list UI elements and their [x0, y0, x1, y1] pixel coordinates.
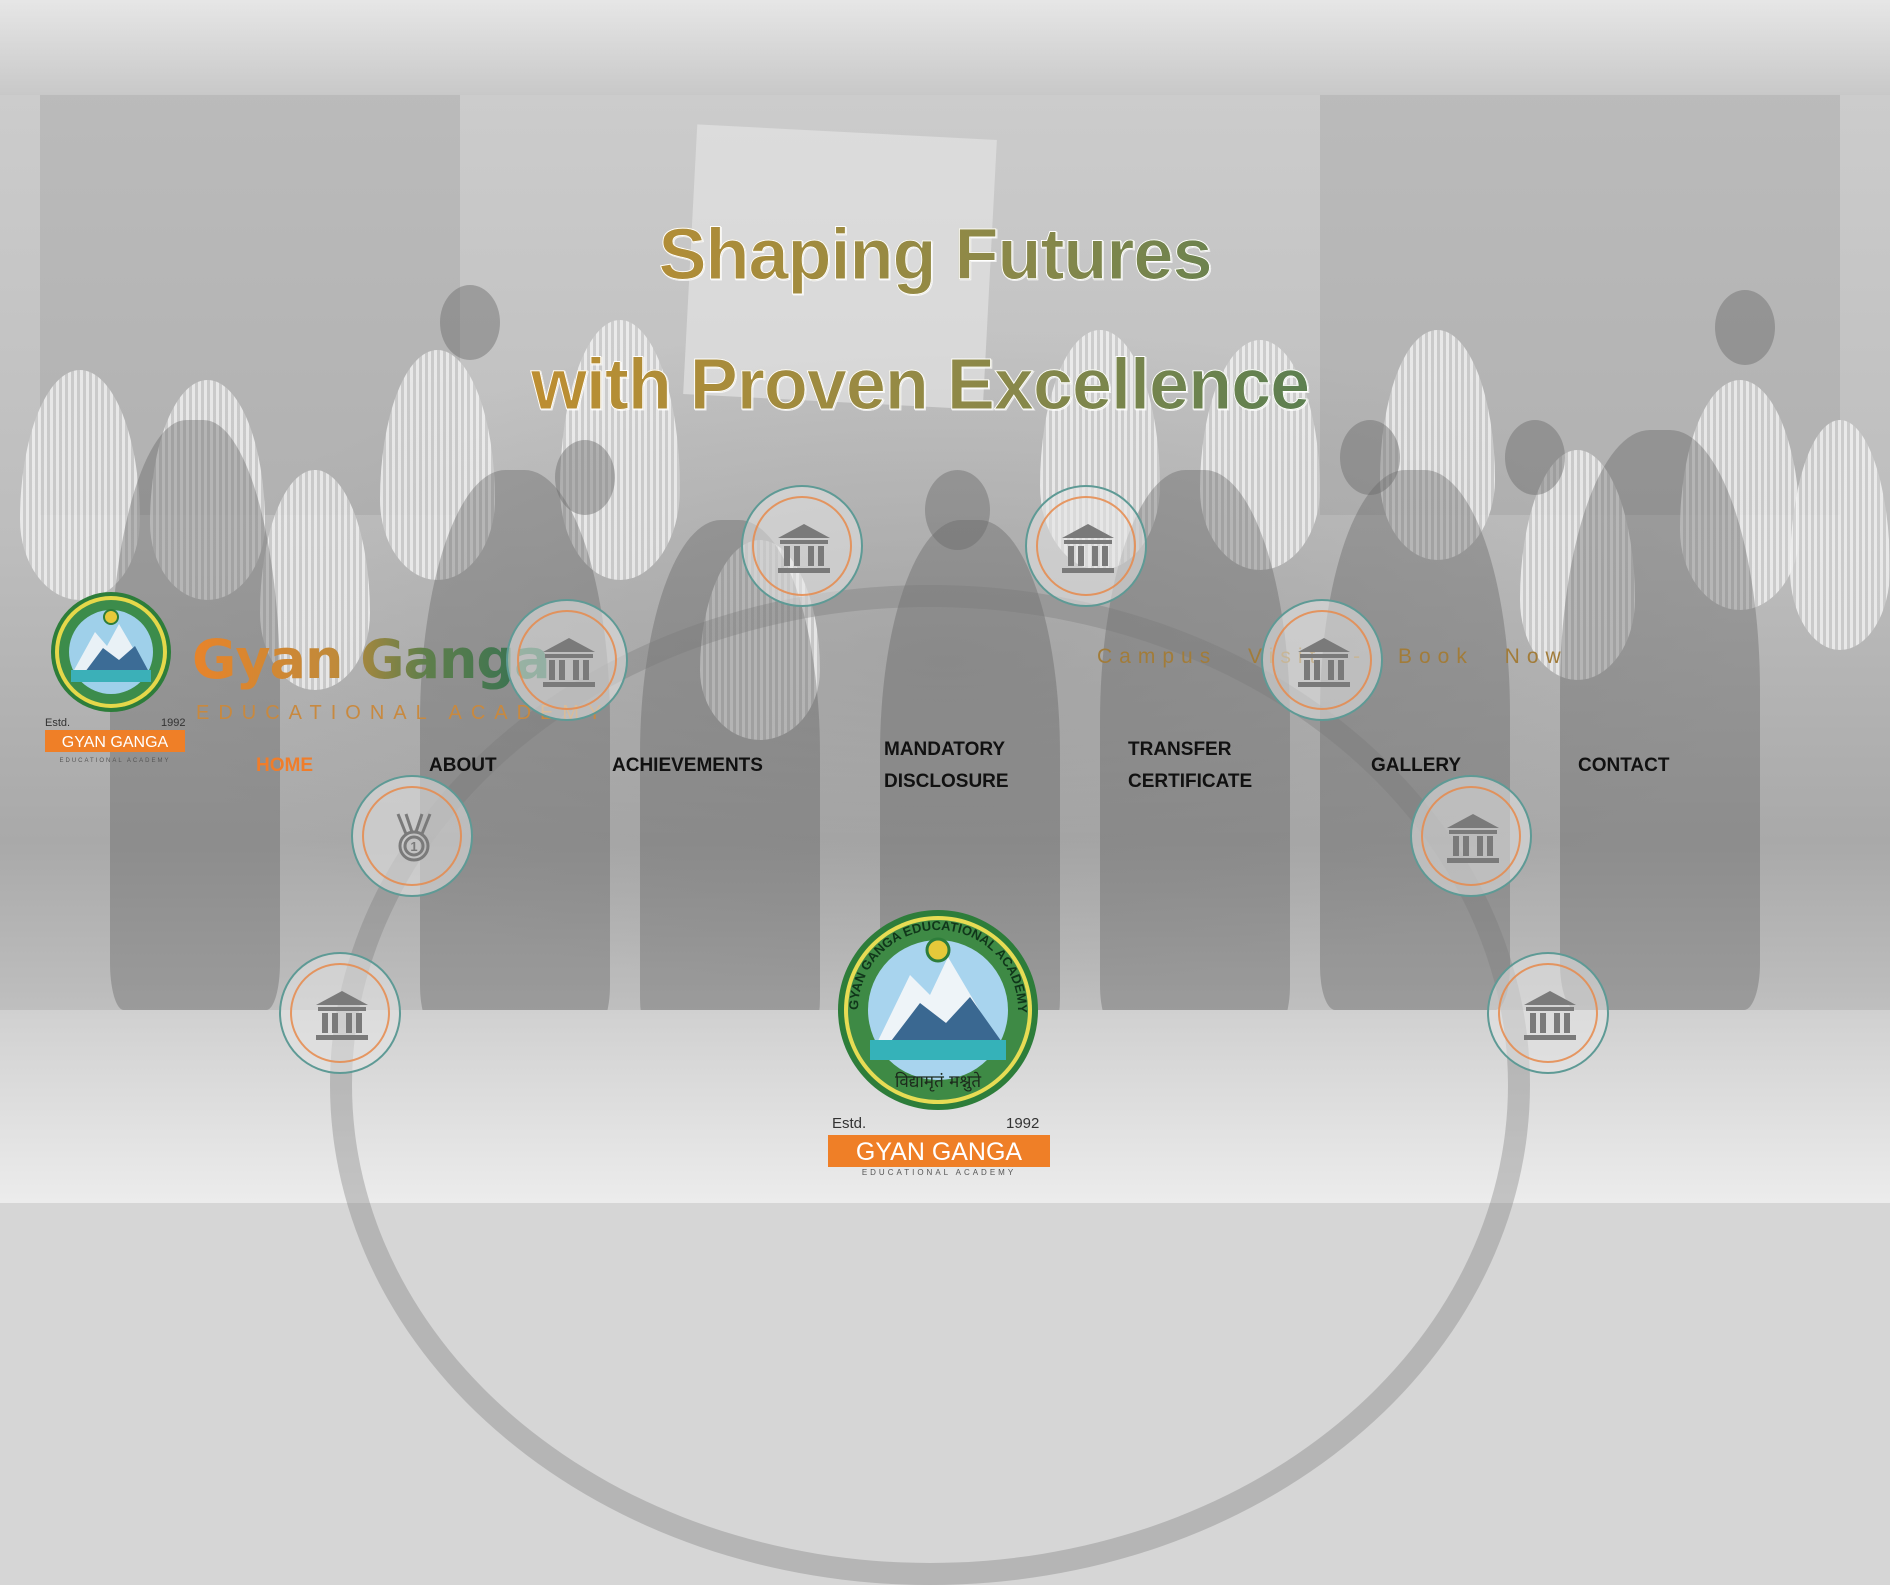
- institution-badge[interactable]: [506, 599, 628, 721]
- nav-achievements[interactable]: ACHIEVEMENTS: [612, 750, 763, 782]
- institution-badge[interactable]: [1487, 952, 1609, 1074]
- institution-badge[interactable]: [1410, 775, 1532, 897]
- institution-icon: [778, 524, 830, 573]
- institution-icon: [543, 638, 595, 687]
- hero-line-1: Shaping Futures: [0, 190, 1890, 320]
- nav-about[interactable]: ABOUT: [429, 750, 497, 782]
- institution-icon: [1524, 991, 1576, 1040]
- center-logo-plate: GYAN GANGA: [856, 1138, 1023, 1166]
- institution-badge[interactable]: [279, 952, 401, 1074]
- logo-estd: Estd.: [45, 717, 70, 729]
- nav-transfer-certificate[interactable]: TRANSFER CERTIFICATE: [1128, 734, 1278, 798]
- institution-icon: [1062, 524, 1114, 573]
- medal-icon: 1: [396, 813, 432, 862]
- medal-number: 1: [410, 839, 417, 854]
- hero-heading: Shaping Futures with Proven Excellence: [0, 190, 1890, 450]
- nav-contact[interactable]: CONTACT: [1578, 750, 1669, 782]
- center-school-logo: GYAN GANGA EDUCATIONAL ACADEMY, RAIPUR व…: [828, 905, 1050, 1175]
- institution-badge[interactable]: [1261, 599, 1383, 721]
- main-nav: HOME ABOUT ACHIEVEMENTS MANDATORY DISCLO…: [0, 736, 1890, 806]
- logo-year: 1992: [161, 717, 185, 729]
- center-logo-year: 1992: [1006, 1115, 1039, 1132]
- institution-icon: [1447, 814, 1499, 863]
- brand-name: Gyan Ganga: [192, 628, 551, 691]
- medal-badge[interactable]: 1: [351, 775, 473, 897]
- nav-mandatory-disclosure[interactable]: MANDATORY DISCLOSURE: [884, 734, 1034, 798]
- institution-icon: [1298, 638, 1350, 687]
- institution-icon: [316, 991, 368, 1040]
- center-logo-estd: Estd.: [832, 1115, 866, 1132]
- center-logo-plate-sub: EDUCATIONAL ACADEMY: [862, 1168, 1016, 1175]
- nav-gallery[interactable]: GALLERY: [1371, 750, 1461, 782]
- center-logo-motto: विद्यामृतं मश्नुते: [895, 1071, 981, 1092]
- hero-line-2: with Proven Excellence: [0, 320, 1890, 450]
- institution-badge[interactable]: [741, 485, 863, 607]
- nav-home[interactable]: HOME: [256, 750, 313, 782]
- institution-badge[interactable]: [1025, 485, 1147, 607]
